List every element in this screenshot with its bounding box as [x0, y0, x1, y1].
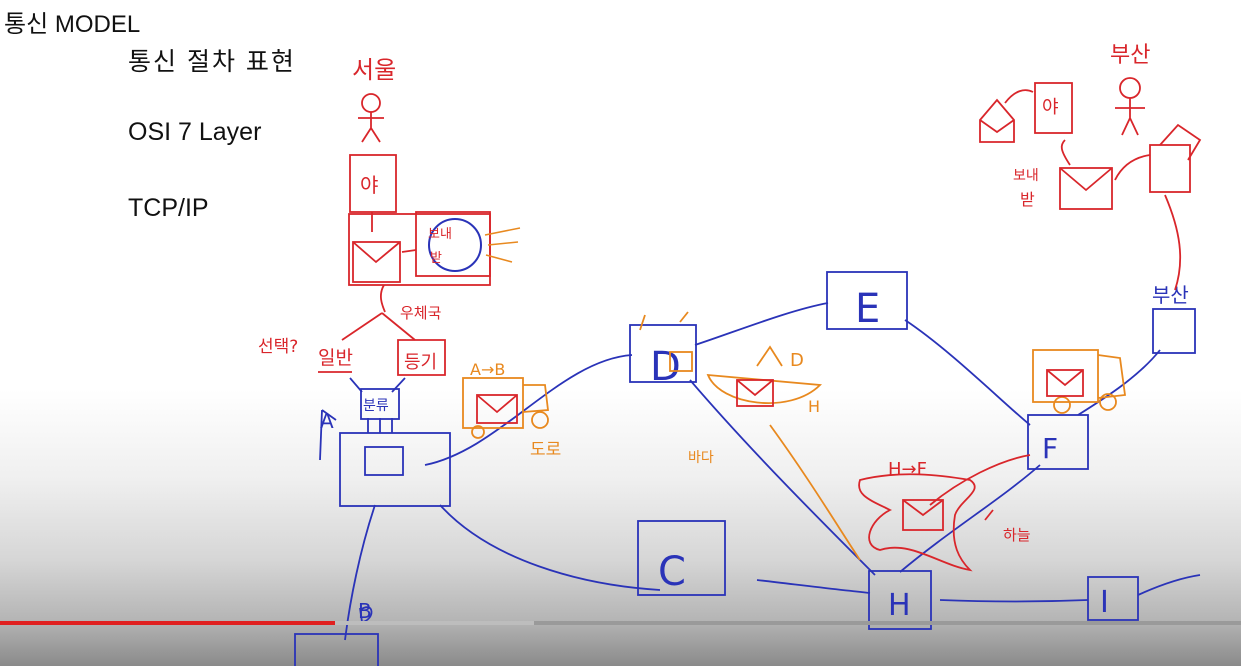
truck2-cargo: [1032, 349, 1099, 403]
video-played-bar: [0, 621, 336, 625]
busan-mailbox-lid: [1159, 123, 1202, 161]
truck-envelope-flap: [476, 394, 518, 414]
network-links: [344, 302, 1201, 641]
sort-label: 분류: [363, 398, 389, 414]
node-a-inner: [364, 446, 404, 476]
ship-route-label: D: [790, 350, 804, 371]
node-b-label: B: [358, 599, 372, 623]
seoul-outbox: [348, 213, 491, 286]
seoul-ya: 야: [360, 173, 378, 197]
truck-wheel-2: [531, 411, 549, 429]
node-f-label: F: [1042, 432, 1058, 465]
recv-label-left: 받: [430, 251, 442, 266]
to-post-office: [379, 284, 386, 313]
node-c-label: C: [658, 549, 686, 595]
link-e-f: [904, 319, 1031, 426]
video-progress-bar[interactable]: [0, 621, 1241, 625]
link-d-e: [694, 302, 829, 346]
truck2-envelope-flap: [1046, 369, 1084, 387]
node-a-box: [339, 432, 451, 507]
registered-label: 등기: [404, 352, 437, 373]
post-office-label: 우체국: [400, 304, 442, 322]
envelope-up-arrow: [1060, 139, 1071, 166]
node-b-box: [294, 633, 379, 666]
ship-sail: [756, 345, 783, 367]
sort-arrows: [367, 418, 393, 433]
seoul-person-body: [358, 112, 384, 143]
busan-house-envelope: [979, 119, 1015, 134]
seoul-person-head: [361, 93, 381, 113]
ship-envelope-flap: [736, 379, 774, 397]
node-e-label: E: [855, 286, 880, 332]
busan-person-body: [1115, 98, 1145, 136]
node-d-label: D: [650, 344, 681, 390]
node-h-label: H: [888, 588, 911, 623]
normal-label: 일반: [318, 347, 353, 369]
sky-arrow: [984, 509, 994, 521]
busan-ya: 야: [1042, 97, 1059, 118]
node-i-box: [1087, 576, 1139, 621]
link-a-c: [439, 504, 661, 591]
truck-cargo: [462, 377, 524, 429]
mailbox-to-envelope: [1114, 154, 1151, 181]
busan-house: [979, 98, 1015, 143]
link-h-i: [939, 599, 1089, 603]
node-busan-box: [1152, 308, 1196, 354]
plane-scribble: [858, 473, 976, 572]
truck2-wheel-1: [1053, 396, 1071, 414]
link-d-h: [689, 379, 876, 576]
truck2-cab: [1097, 354, 1127, 399]
send-label-right: 보내: [1013, 168, 1039, 184]
choice-question: 선택?: [258, 337, 298, 357]
road-label: 도로: [530, 440, 561, 460]
busan-house-arrow: [1004, 89, 1034, 104]
plane-envelope-flap: [902, 499, 944, 517]
ship-path: [769, 424, 861, 561]
sky-label: 하늘: [1003, 526, 1031, 544]
sea-label: 바다: [688, 450, 714, 466]
ship-dest-label: H: [808, 397, 820, 416]
truck-route-label: A→B: [470, 360, 505, 379]
busan-envelope-flap: [1059, 167, 1113, 192]
send-label-left: 보내: [428, 227, 452, 242]
link-f-busan: [1077, 349, 1161, 416]
node-d-marks: [639, 311, 689, 331]
plane-route-label: H→F: [888, 459, 927, 480]
recv-label-right: 받: [1020, 190, 1035, 209]
send-recv-box-left: [415, 211, 491, 277]
busan-mailbox: [1149, 144, 1191, 193]
whiteboard-sketch: D E C H I F 부산 분류 A B 서울 야 보내 받 우체국 선택? …: [258, 43, 1202, 666]
busan-label: 부산: [1110, 43, 1150, 68]
seoul-label: 서울: [352, 56, 396, 84]
plane-path: [929, 454, 1031, 506]
link-i-out: [1137, 574, 1201, 596]
busan-node-label: 부산: [1152, 283, 1189, 307]
link-a-d: [424, 354, 633, 466]
node-a-label: A: [320, 409, 334, 433]
mailbox-down-line: [1164, 194, 1182, 291]
node-i-label: I: [1100, 585, 1109, 620]
busan-person-head: [1119, 77, 1141, 99]
link-c-h: [756, 579, 871, 594]
seoul-envelope-flap: [352, 241, 401, 264]
